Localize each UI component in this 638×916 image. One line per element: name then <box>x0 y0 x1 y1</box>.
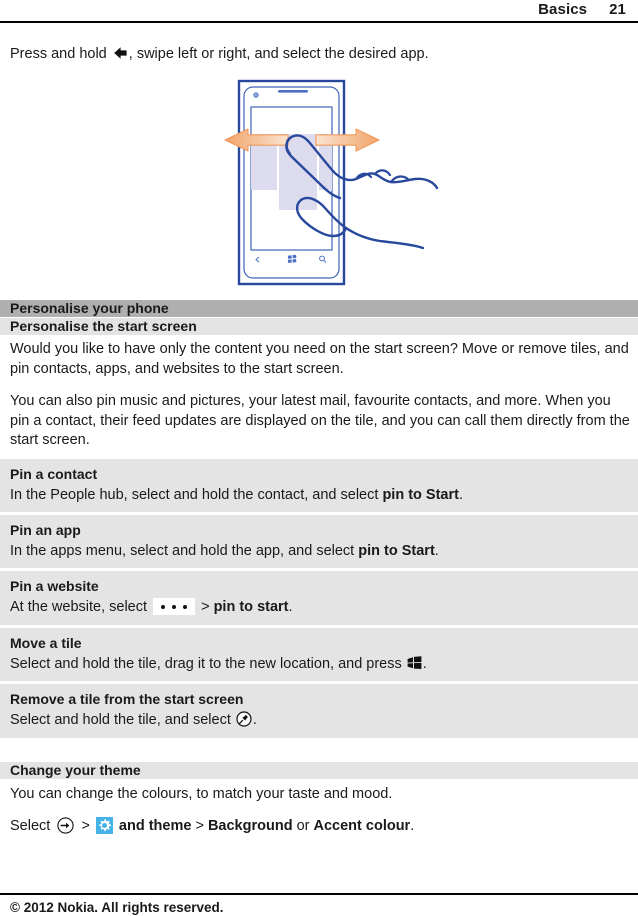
section-body: At the website, select > pin to start. <box>0 596 638 624</box>
theme-or-label: or <box>296 818 310 834</box>
section-body: In the apps menu, select and hold the ap… <box>0 540 638 568</box>
section-body: Select and hold the tile, and select . <box>0 709 638 737</box>
theme-option-background: Background <box>207 818 293 834</box>
theme-separator-2: > <box>195 818 204 834</box>
section-title: Pin a website <box>10 578 99 594</box>
section-body: Select and hold the tile, drag it to the… <box>0 653 638 681</box>
section-band-minor: Personalise the start screen <box>0 318 638 335</box>
theme-select-label: Select <box>10 818 51 834</box>
section-title: Pin a contact <box>10 466 98 482</box>
header-section-title: Basics <box>538 1 588 18</box>
footer-copyright: © 2012 Nokia. All rights reserved. <box>10 900 224 915</box>
body-text: Select and hold the tile, and select <box>10 712 235 728</box>
intro-instruction: Press and hold , swipe left or right, an… <box>10 44 628 64</box>
unpin-icon <box>236 711 252 727</box>
header-page-number: 21 <box>609 1 626 18</box>
section-pin-a-website: Pin a website At the website, select > p… <box>0 571 638 625</box>
intro-text-after: , swipe left or right, and select the de… <box>128 46 429 62</box>
theme-period: . <box>410 818 415 834</box>
page-header: Basics 21 <box>0 0 638 22</box>
footer-divider <box>0 893 638 895</box>
body-text: In the apps menu, select and hold the ap… <box>10 543 359 559</box>
body-text: In the People hub, select and hold the c… <box>10 487 383 503</box>
theme-separator-1: > <box>81 818 90 834</box>
body-text-end: . <box>422 656 427 672</box>
intro-text-before: Press and hold <box>10 46 107 62</box>
body-text: At the website, select <box>10 599 152 615</box>
header-divider <box>0 21 638 23</box>
section-title: Move a tile <box>10 635 82 651</box>
arrow-right-circle-icon <box>57 817 74 834</box>
windows-start-icon <box>407 656 422 670</box>
section-move-a-tile: Move a tile Select and hold the tile, dr… <box>0 628 638 681</box>
body-emphasis: pin to Start <box>382 487 459 503</box>
body-text-end: . <box>458 487 463 503</box>
section-title: Remove a tile from the start screen <box>10 691 244 707</box>
manual-page: Basics 21 Press and hold , swipe left or… <box>0 0 638 916</box>
section-remove-a-tile: Remove a tile from the start screen Sele… <box>0 684 638 738</box>
body-emphasis: pin to start <box>213 599 289 615</box>
section-band-change-theme: Change your theme <box>0 762 638 779</box>
section-title: Pin an app <box>10 522 81 538</box>
theme-option-accent-colour: Accent colour <box>313 818 411 834</box>
intro-paragraph-1: Would you like to have only the content … <box>10 341 629 377</box>
back-arrow-icon <box>112 46 128 60</box>
section-band-change-theme-label: Change your theme <box>10 762 141 778</box>
section-band-minor-label: Personalise the start screen <box>10 318 197 334</box>
section-band-major: Personalise your phone <box>0 300 638 317</box>
theme-instruction: Select > and theme > Background or Accen… <box>10 817 632 837</box>
section-pin-an-app: Pin an app In the apps menu, select and … <box>0 515 638 568</box>
section-pin-a-contact: Pin a contact In the People hub, select … <box>0 459 638 512</box>
body-text-end: . <box>288 599 293 615</box>
body-separator: > <box>197 599 214 615</box>
body-emphasis: pin to Start <box>358 543 435 559</box>
section-body: In the People hub, select and hold the c… <box>0 484 638 512</box>
body-text-end: . <box>252 712 257 728</box>
settings-gear-icon <box>95 817 113 834</box>
theme-paragraph: You can change the colours, to match you… <box>10 786 393 802</box>
section-band-major-label: Personalise your phone <box>10 300 169 316</box>
body-text: Select and hold the tile, drag it to the… <box>10 656 406 672</box>
theme-and-theme-label: and theme <box>118 818 192 834</box>
more-dots-icon <box>153 598 196 615</box>
phone-swipe-gesture-illustration <box>185 78 453 296</box>
body-text-end: . <box>434 543 439 559</box>
intro-paragraph-2: You can also pin music and pictures, you… <box>10 393 630 448</box>
